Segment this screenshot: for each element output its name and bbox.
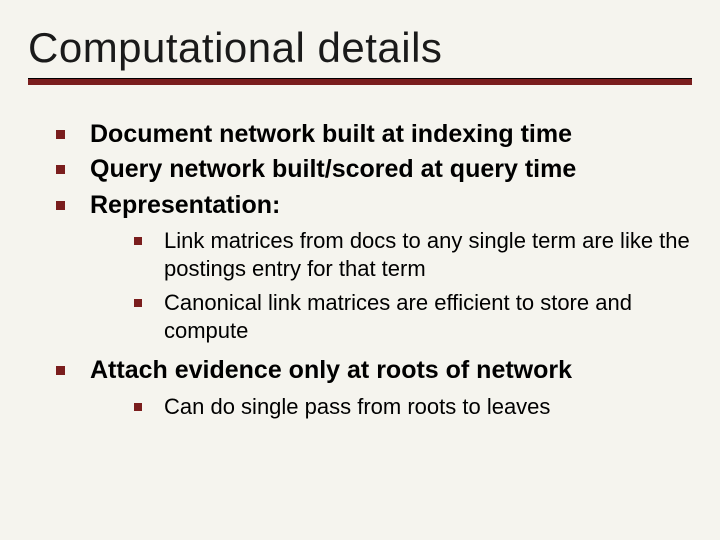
bullet-list: Document network built at indexing time … — [28, 119, 692, 421]
sub-bullet-item: Link matrices from docs to any single te… — [134, 227, 692, 283]
sub-bullet-list: Can do single pass from roots to leaves — [90, 393, 692, 421]
title-rule — [28, 78, 692, 85]
slide-title: Computational details — [28, 24, 692, 72]
bullet-text: Representation: — [90, 191, 280, 219]
sub-bullet-item: Can do single pass from roots to leaves — [134, 393, 692, 421]
slide: Computational details Document network b… — [0, 0, 720, 540]
bullet-item: Attach evidence only at roots of network… — [56, 355, 692, 420]
bullet-item: Representation: Link matrices from docs … — [56, 190, 692, 346]
bullet-item: Document network built at indexing time — [56, 119, 692, 150]
bullet-text: Attach evidence only at roots of network — [90, 356, 572, 384]
sub-bullet-item: Canonical link matrices are efficient to… — [134, 289, 692, 345]
bullet-item: Query network built/scored at query time — [56, 154, 692, 185]
sub-bullet-list: Link matrices from docs to any single te… — [90, 227, 692, 346]
